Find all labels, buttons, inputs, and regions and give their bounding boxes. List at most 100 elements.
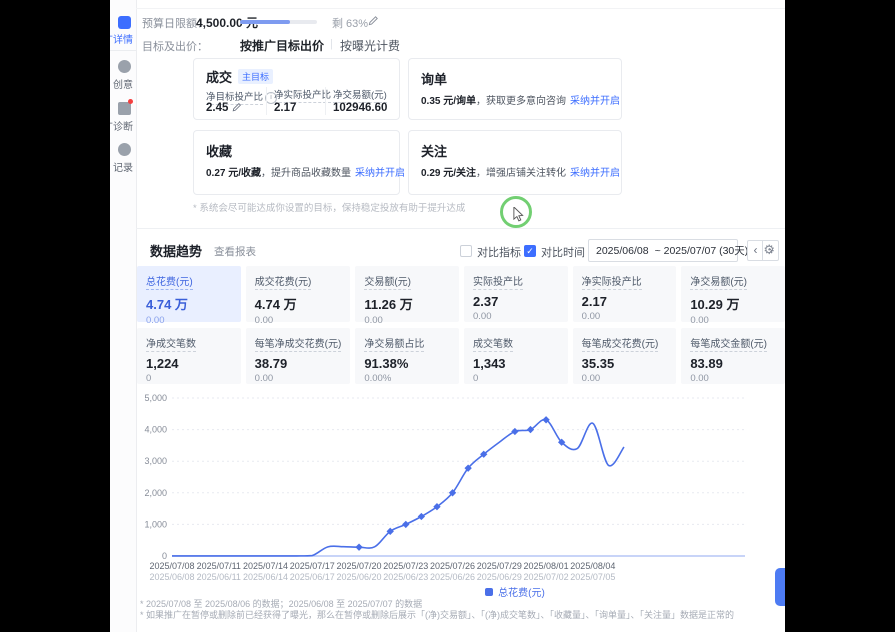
goal-card-deal[interactable]: 成交主目标 净目标投产比 2.45 净实际投产比 2.17 净交易额(元) 10… (193, 58, 400, 120)
svg-text:2025/07/26: 2025/07/26 (430, 561, 475, 571)
trend-metric-grid: 总花费(元) 4.74 万 0.00 成交花费(元) 4.74 万 0.00 交… (137, 266, 785, 384)
svg-text:3,000: 3,000 (144, 456, 167, 466)
svg-text:2025/07/05: 2025/07/05 (570, 572, 615, 582)
svg-text:2025/08/01: 2025/08/01 (524, 561, 569, 571)
svg-text:2025/06/26: 2025/06/26 (430, 572, 475, 582)
svg-text:2025/06/17: 2025/06/17 (290, 572, 335, 582)
metric-card-net-gmv[interactable]: 净交易额(元) 10.29 万 0.00 (681, 266, 785, 322)
sidebar-item-diagnosis[interactable]: 广诊断 (110, 118, 133, 133)
svg-text:2,000: 2,000 (144, 488, 167, 498)
inquiry-card-title: 询单 (421, 69, 447, 88)
tab-bid-by-impression[interactable]: 按曝光计费 (340, 37, 400, 54)
metric-card-orders[interactable]: 成交笔数 1,343 0 (464, 328, 568, 384)
svg-text:4,000: 4,000 (144, 425, 167, 435)
budget-remaining: 剩 63% (332, 15, 368, 31)
goal-card-follow[interactable]: 关注 0.29 元/关注，增强店铺关注转化采纳并开启 (408, 130, 622, 195)
adopt-enable-link[interactable]: 采纳并开启 (570, 96, 620, 107)
svg-text:2025/06/20: 2025/06/20 (337, 572, 382, 582)
svg-text:1,000: 1,000 (144, 519, 167, 529)
svg-text:2025/06/11: 2025/06/11 (197, 572, 241, 582)
creative-icon[interactable] (118, 60, 131, 73)
trends-title: 数据趋势 (150, 241, 202, 260)
svg-text:2025/06/14: 2025/06/14 (243, 572, 288, 582)
floating-helper-tab[interactable] (775, 568, 785, 606)
history-icon[interactable] (118, 143, 131, 156)
metric-card-cost-per-order[interactable]: 每笔成交花费(元) 35.35 0.00 (573, 328, 677, 384)
svg-text:2025/06/08: 2025/06/08 (149, 572, 194, 582)
date-range-start: 2025/06/08 (596, 245, 649, 257)
goal-card-favorite[interactable]: 收藏 0.27 元/收藏，提升商品收藏数量采纳并开启 (193, 130, 400, 195)
metric-card-roi[interactable]: 实际投产比 2.37 0.00 (464, 266, 568, 322)
svg-text:2025/07/20: 2025/07/20 (337, 561, 382, 571)
view-report-link[interactable]: 查看报表 (214, 244, 256, 259)
legend-label-total-cost: 总花费(元) (498, 584, 545, 599)
edit-roi-icon[interactable] (232, 102, 242, 112)
follow-price: 0.29 元/关注 (421, 168, 476, 179)
deal-metric-label: 净实际投产比 (274, 87, 331, 103)
deal-metric-label: 净交易额(元) (333, 87, 387, 103)
click-indicator-ring (500, 196, 532, 228)
metric-card-gmv[interactable]: 交易额(元) 11.26 万 0.00 (355, 266, 459, 322)
primary-goal-badge: 主目标 (238, 69, 273, 84)
follow-card-title: 关注 (421, 141, 447, 160)
sidebar-item-promo-detail[interactable]: 广详情 (110, 31, 133, 46)
compare-metric-checkbox[interactable] (460, 245, 472, 257)
compare-time-label: 对比时间 (541, 244, 585, 260)
favorite-desc: ，提升商品收藏数量 (261, 168, 351, 179)
edit-budget-icon[interactable] (368, 15, 379, 26)
tab-bid-by-goal[interactable]: 按推广目标出价 (240, 37, 324, 54)
svg-text:2025/06/29: 2025/06/29 (477, 572, 522, 582)
compare-time-checkbox[interactable] (524, 245, 536, 257)
inquiry-desc: ，获取更多意向咨询 (476, 96, 566, 107)
goal-note: * 系统会尽可能达成你设置的目标，保持稳定投放有助于提升达成 (193, 200, 465, 214)
svg-text:2025/07/14: 2025/07/14 (243, 561, 288, 571)
svg-text:2025/07/23: 2025/07/23 (383, 561, 428, 571)
section-divider (136, 228, 785, 229)
svg-text:0: 0 (162, 551, 167, 561)
app-window: 广详情 创意 广诊断 记录 预算日限额： 4,500.00 元 剩 63% 目标… (110, 0, 785, 632)
deal-metric-value: 2.17 (274, 102, 296, 114)
sidebar: 广详情 创意 广诊断 记录 (110, 0, 137, 632)
sidebar-item-creative[interactable]: 创意 (113, 76, 133, 91)
date-range-end: ~ 2025/07/07 (30天) (655, 243, 749, 258)
metric-card-deal-cost[interactable]: 成交花费(元) 4.74 万 0.00 (246, 266, 351, 322)
column-divider (266, 87, 267, 115)
favorite-price: 0.27 元/收藏 (206, 168, 261, 179)
svg-text:2025/07/29: 2025/07/29 (477, 561, 522, 571)
adopt-enable-link[interactable]: 采纳并开启 (355, 168, 405, 179)
trend-chart: 01,0002,0003,0004,0005,0002025/07/082025… (135, 388, 785, 584)
metric-card-total-cost[interactable]: 总花费(元) 4.74 万 0.00 (137, 266, 241, 322)
svg-text:2025/07/17: 2025/07/17 (290, 561, 335, 571)
tab-separator: | (330, 38, 333, 50)
metric-card-net-orders[interactable]: 净成交笔数 1,224 0 (137, 328, 241, 384)
svg-text:2025/07/11: 2025/07/11 (197, 561, 241, 571)
date-range-input[interactable]: 2025/06/08 ~ 2025/07/07 (30天) (588, 239, 738, 262)
metric-card-net-gmv-ratio[interactable]: 净交易额占比 91.38% 0.00% (355, 328, 459, 384)
metric-card-net-roi[interactable]: 净实际投产比 2.17 0.00 (573, 266, 677, 322)
compare-metric-label: 对比指标 (477, 244, 521, 260)
deal-metric-value: 102946.60 (333, 102, 387, 114)
bidding-label: 目标及出价： (142, 38, 208, 54)
metric-card-net-cost-per-order[interactable]: 每笔净成交花费(元) 38.79 0.00 (246, 328, 351, 384)
budget-progress-bar (240, 20, 317, 24)
chart-settings-gear-icon[interactable] (763, 243, 775, 258)
inquiry-price: 0.35 元/询单 (421, 96, 476, 107)
svg-text:2025/07/02: 2025/07/02 (524, 572, 569, 582)
favorite-card-title: 收藏 (206, 141, 232, 160)
deal-card-title: 成交 (206, 70, 232, 85)
chart-footnote-disclaimer: * 如果推广在暂停或删除前已经获得了曝光，那么在暂停或删除后展示「(净)交易额」… (140, 608, 734, 621)
budget-progress-fill (240, 20, 290, 24)
svg-text:5,000: 5,000 (144, 393, 167, 403)
svg-text:2025/07/08: 2025/07/08 (149, 561, 194, 571)
deal-metric-value: 2.45 (206, 102, 242, 114)
svg-text:2025/08/04: 2025/08/04 (570, 561, 615, 571)
follow-desc: ，增强店铺关注转化 (476, 168, 566, 179)
mouse-cursor-icon (512, 207, 525, 222)
metric-card-amount-per-order[interactable]: 每笔成交金额(元) 83.89 0.00 (681, 328, 785, 384)
top-hairline (136, 8, 785, 9)
adopt-enable-link[interactable]: 采纳并开启 (570, 168, 620, 179)
sidebar-item-history[interactable]: 记录 (113, 159, 133, 174)
goal-card-inquiry[interactable]: 询单 0.35 元/询单，获取更多意向咨询采纳并开启 (408, 58, 622, 120)
promo-detail-icon[interactable] (118, 16, 131, 29)
notification-dot (128, 99, 133, 104)
